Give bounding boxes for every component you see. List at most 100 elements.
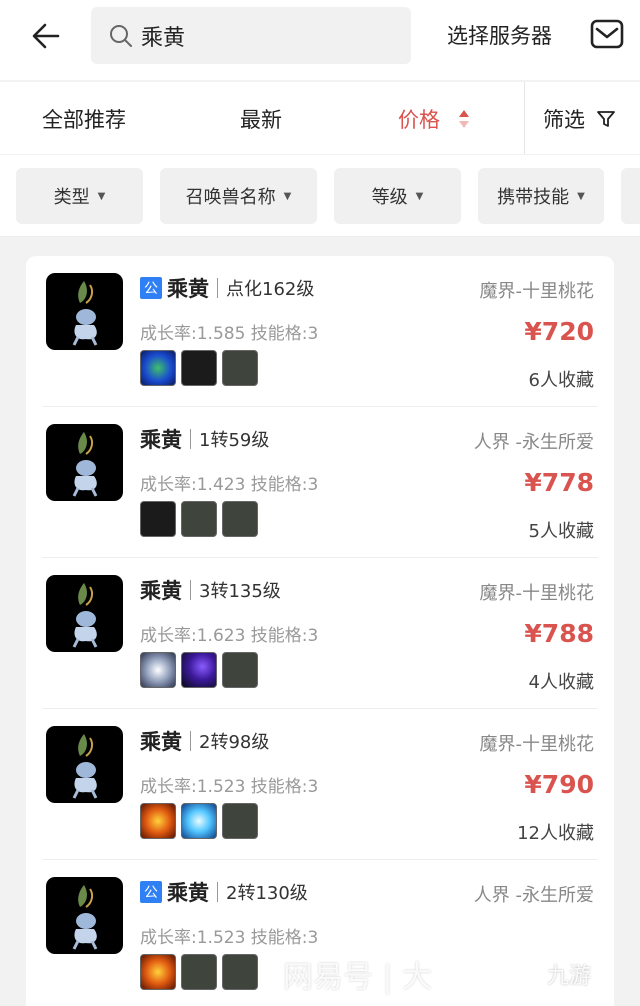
list-item[interactable]: 乘黄 2转98级 成长率:1.523 技能格:3 魔界-十里桃花 ¥790 12… bbox=[26, 709, 614, 860]
sort-newest-tab[interactable]: 最新 bbox=[240, 104, 282, 134]
chip-label: 召唤兽名称 bbox=[185, 187, 276, 208]
name-divider bbox=[190, 580, 191, 600]
skill-fire-face-icon bbox=[140, 954, 176, 990]
favorite-count: 5人收藏 bbox=[528, 521, 594, 542]
name-divider bbox=[217, 278, 218, 298]
pet-name-row: 公 乘黄 2转130级 bbox=[140, 879, 308, 905]
skill-grey-icon bbox=[222, 954, 258, 990]
favorite-count: 4人收藏 bbox=[528, 672, 594, 693]
skill-icons bbox=[140, 501, 258, 537]
skill-fire-face-icon bbox=[140, 803, 176, 839]
caret-down-icon: ▼ bbox=[415, 190, 424, 202]
price: ¥788 bbox=[524, 619, 594, 648]
public-badge: 公 bbox=[140, 277, 162, 299]
price: ¥720 bbox=[524, 317, 594, 346]
chip-type[interactable]: 类型 ▼ bbox=[16, 168, 143, 224]
list-item[interactable]: 公 乘黄 点化162级 成长率:1.585 技能格:3 魔界-十里桃花 ¥720… bbox=[26, 256, 614, 407]
caret-down-icon: ▼ bbox=[97, 190, 106, 202]
skill-grey-icon bbox=[222, 350, 258, 386]
name-divider bbox=[190, 731, 191, 751]
sort-price-tab[interactable]: 价格 bbox=[398, 104, 440, 134]
chip-pet-name[interactable]: 召唤兽名称 ▼ bbox=[160, 168, 317, 224]
skill-grey-icon bbox=[181, 954, 217, 990]
top-header: 乘黄 选择服务器 bbox=[0, 0, 640, 80]
pet-level: 2转130级 bbox=[226, 883, 308, 904]
server-name: 人界 -永生所爱 bbox=[473, 885, 594, 906]
skill-dark-icon bbox=[181, 350, 217, 386]
mail-icon[interactable] bbox=[590, 19, 624, 49]
pet-figure-icon bbox=[72, 432, 98, 497]
chip-skills[interactable]: 携带技能 ▼ bbox=[478, 168, 604, 224]
pet-figure-icon bbox=[72, 583, 98, 648]
back-arrow-icon[interactable] bbox=[28, 18, 64, 54]
pet-name: 乘黄 bbox=[140, 730, 182, 754]
pet-figure-icon bbox=[72, 734, 98, 799]
watermark-logo: 九游 bbox=[547, 964, 592, 989]
pet-level: 1转59级 bbox=[199, 430, 270, 451]
pet-stats: 成长率:1.523 技能格:3 bbox=[140, 777, 319, 797]
skill-grey-icon bbox=[222, 652, 258, 688]
caret-down-icon: ▼ bbox=[283, 190, 292, 202]
chip-more[interactable] bbox=[621, 168, 640, 224]
caret-down-icon: ▼ bbox=[577, 190, 585, 202]
pet-stats: 成长率:1.423 技能格:3 bbox=[140, 475, 319, 495]
pet-thumbnail bbox=[46, 877, 123, 954]
pet-stats: 成长率:1.523 技能格:3 bbox=[140, 928, 319, 948]
listing-card: 公 乘黄 点化162级 成长率:1.585 技能格:3 魔界-十里桃花 ¥720… bbox=[26, 256, 614, 1006]
pet-thumbnail bbox=[46, 273, 123, 350]
skill-icons bbox=[140, 803, 258, 839]
filter-icon[interactable] bbox=[596, 109, 616, 129]
search-query: 乘黄 bbox=[141, 26, 186, 51]
skill-icons bbox=[140, 350, 258, 386]
skill-icons bbox=[140, 652, 258, 688]
sort-bar: 全部推荐 最新 价格 筛选 bbox=[0, 82, 640, 154]
pet-stats: 成长率:1.623 技能格:3 bbox=[140, 626, 319, 646]
favorite-count: 12人收藏 bbox=[517, 823, 594, 844]
pet-name-row: 乘黄 1转59级 bbox=[140, 426, 269, 452]
pet-name-row: 乘黄 2转98级 bbox=[140, 728, 269, 754]
pet-thumbnail bbox=[46, 575, 123, 652]
chip-label: 类型 bbox=[53, 187, 90, 208]
server-name: 魔界-十里桃花 bbox=[479, 583, 595, 604]
list-item[interactable]: 乘黄 3转135级 成长率:1.623 技能格:3 魔界-十里桃花 ¥788 4… bbox=[26, 558, 614, 709]
server-name: 魔界-十里桃花 bbox=[479, 734, 595, 755]
pet-name: 乘黄 bbox=[167, 277, 209, 301]
sort-recommend-tab[interactable]: 全部推荐 bbox=[42, 104, 126, 134]
price: ¥778 bbox=[524, 468, 594, 497]
skill-blue-face-icon bbox=[140, 350, 176, 386]
pet-stats: 成长率:1.585 技能格:3 bbox=[140, 324, 319, 344]
select-server-button[interactable]: 选择服务器 bbox=[447, 20, 552, 50]
pet-name: 乘黄 bbox=[167, 881, 209, 905]
list-item[interactable]: 乘黄 1转59级 成长率:1.423 技能格:3 人界 -永生所爱 ¥778 5… bbox=[26, 407, 614, 558]
pet-name: 乘黄 bbox=[140, 428, 182, 452]
skill-dark-icon bbox=[140, 501, 176, 537]
filter-chip-bar: 类型 ▼ 召唤兽名称 ▼ 等级 ▼ 携带技能 ▼ bbox=[0, 155, 640, 237]
skill-icons bbox=[140, 954, 258, 990]
skill-purple-crescent-icon bbox=[181, 652, 217, 688]
skill-ice-figure-icon bbox=[181, 803, 217, 839]
skill-yin-yang-icon bbox=[140, 652, 176, 688]
server-name: 人界 -永生所爱 bbox=[473, 432, 594, 453]
name-divider bbox=[190, 429, 191, 449]
pet-figure-icon bbox=[72, 885, 98, 950]
pet-name-row: 公 乘黄 点化162级 bbox=[140, 275, 314, 301]
skill-grey-icon bbox=[222, 803, 258, 839]
pet-name: 乘黄 bbox=[140, 579, 182, 603]
search-input[interactable]: 乘黄 bbox=[91, 7, 411, 64]
search-icon bbox=[110, 25, 132, 47]
chip-label: 携带技能 bbox=[497, 187, 570, 208]
chip-label: 等级 bbox=[371, 187, 408, 208]
filter-button[interactable]: 筛选 bbox=[543, 104, 585, 134]
skill-grey-icon bbox=[181, 501, 217, 537]
public-badge: 公 bbox=[140, 881, 162, 903]
name-divider bbox=[217, 882, 218, 902]
server-name: 魔界-十里桃花 bbox=[479, 281, 595, 302]
pet-level: 3转135级 bbox=[199, 581, 281, 602]
skill-grey-icon bbox=[222, 501, 258, 537]
chip-level[interactable]: 等级 ▼ bbox=[334, 168, 461, 224]
favorite-count: 6人收藏 bbox=[528, 370, 594, 391]
pet-thumbnail bbox=[46, 424, 123, 501]
sort-divider bbox=[524, 82, 525, 154]
pet-name-row: 乘黄 3转135级 bbox=[140, 577, 281, 603]
watermark-text: 网易号 | 大 bbox=[283, 960, 433, 995]
